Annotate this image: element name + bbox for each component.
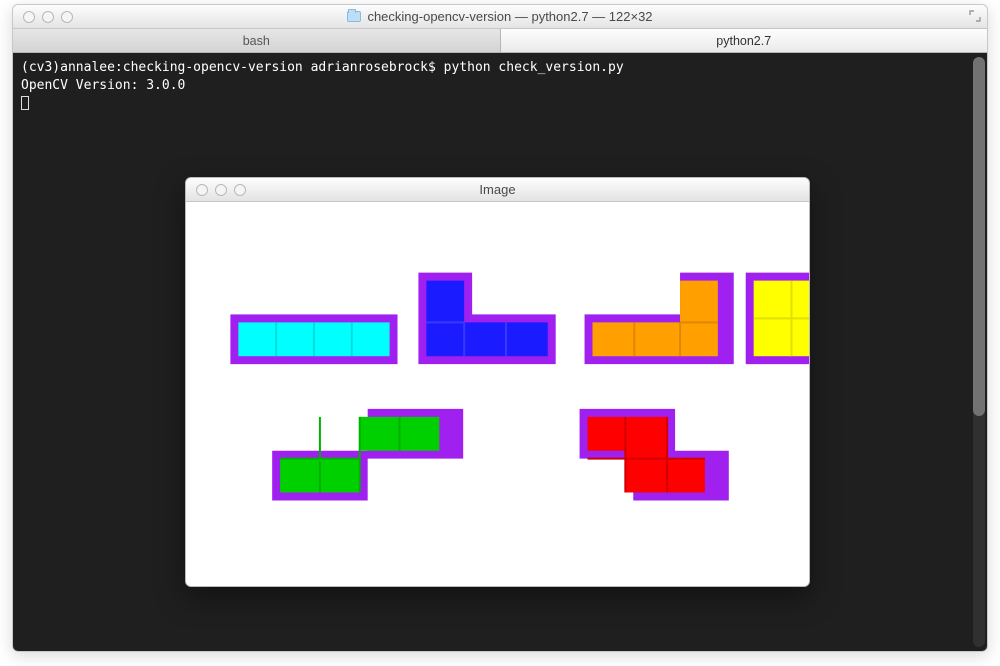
close-icon[interactable]	[23, 11, 35, 23]
window-controls[interactable]	[186, 184, 246, 196]
tab-python27[interactable]: python2.7	[501, 29, 988, 52]
terminal-titlebar[interactable]: checking-opencv-version — python2.7 — 12…	[13, 5, 987, 29]
shape-j-piece	[418, 273, 555, 365]
window-title-text: checking-opencv-version — python2.7 — 12…	[367, 9, 652, 24]
shape-o-piece	[746, 273, 809, 365]
shape-i-piece	[230, 314, 397, 364]
fullscreen-icon[interactable]	[969, 10, 981, 22]
minimize-icon[interactable]	[42, 11, 54, 23]
image-window-title: Image	[186, 182, 809, 197]
image-window: Image	[185, 177, 810, 587]
shape-s-piece	[272, 409, 463, 501]
scrollbar-thumb[interactable]	[973, 57, 985, 416]
tab-bar: bash python2.7	[13, 29, 987, 53]
window-title: checking-opencv-version — python2.7 — 12…	[13, 9, 987, 24]
zoom-icon[interactable]	[234, 184, 246, 196]
shape-z-piece	[580, 409, 729, 501]
folder-icon	[347, 11, 361, 22]
window-controls[interactable]	[13, 11, 73, 23]
prompt-line: (cv3)annalee:checking-opencv-version adr…	[21, 60, 624, 75]
shape-l-piece	[585, 273, 734, 365]
tetromino-svg	[186, 202, 809, 586]
tab-label: python2.7	[716, 34, 771, 48]
minimize-icon[interactable]	[215, 184, 227, 196]
close-icon[interactable]	[196, 184, 208, 196]
tab-bash[interactable]: bash	[13, 29, 501, 52]
output-line: OpenCV Version: 3.0.0	[21, 78, 185, 93]
tab-label: bash	[243, 34, 270, 48]
cursor	[21, 96, 29, 110]
zoom-icon[interactable]	[61, 11, 73, 23]
image-canvas	[186, 202, 809, 586]
image-window-title-text: Image	[479, 182, 515, 197]
image-titlebar[interactable]: Image	[186, 178, 809, 202]
